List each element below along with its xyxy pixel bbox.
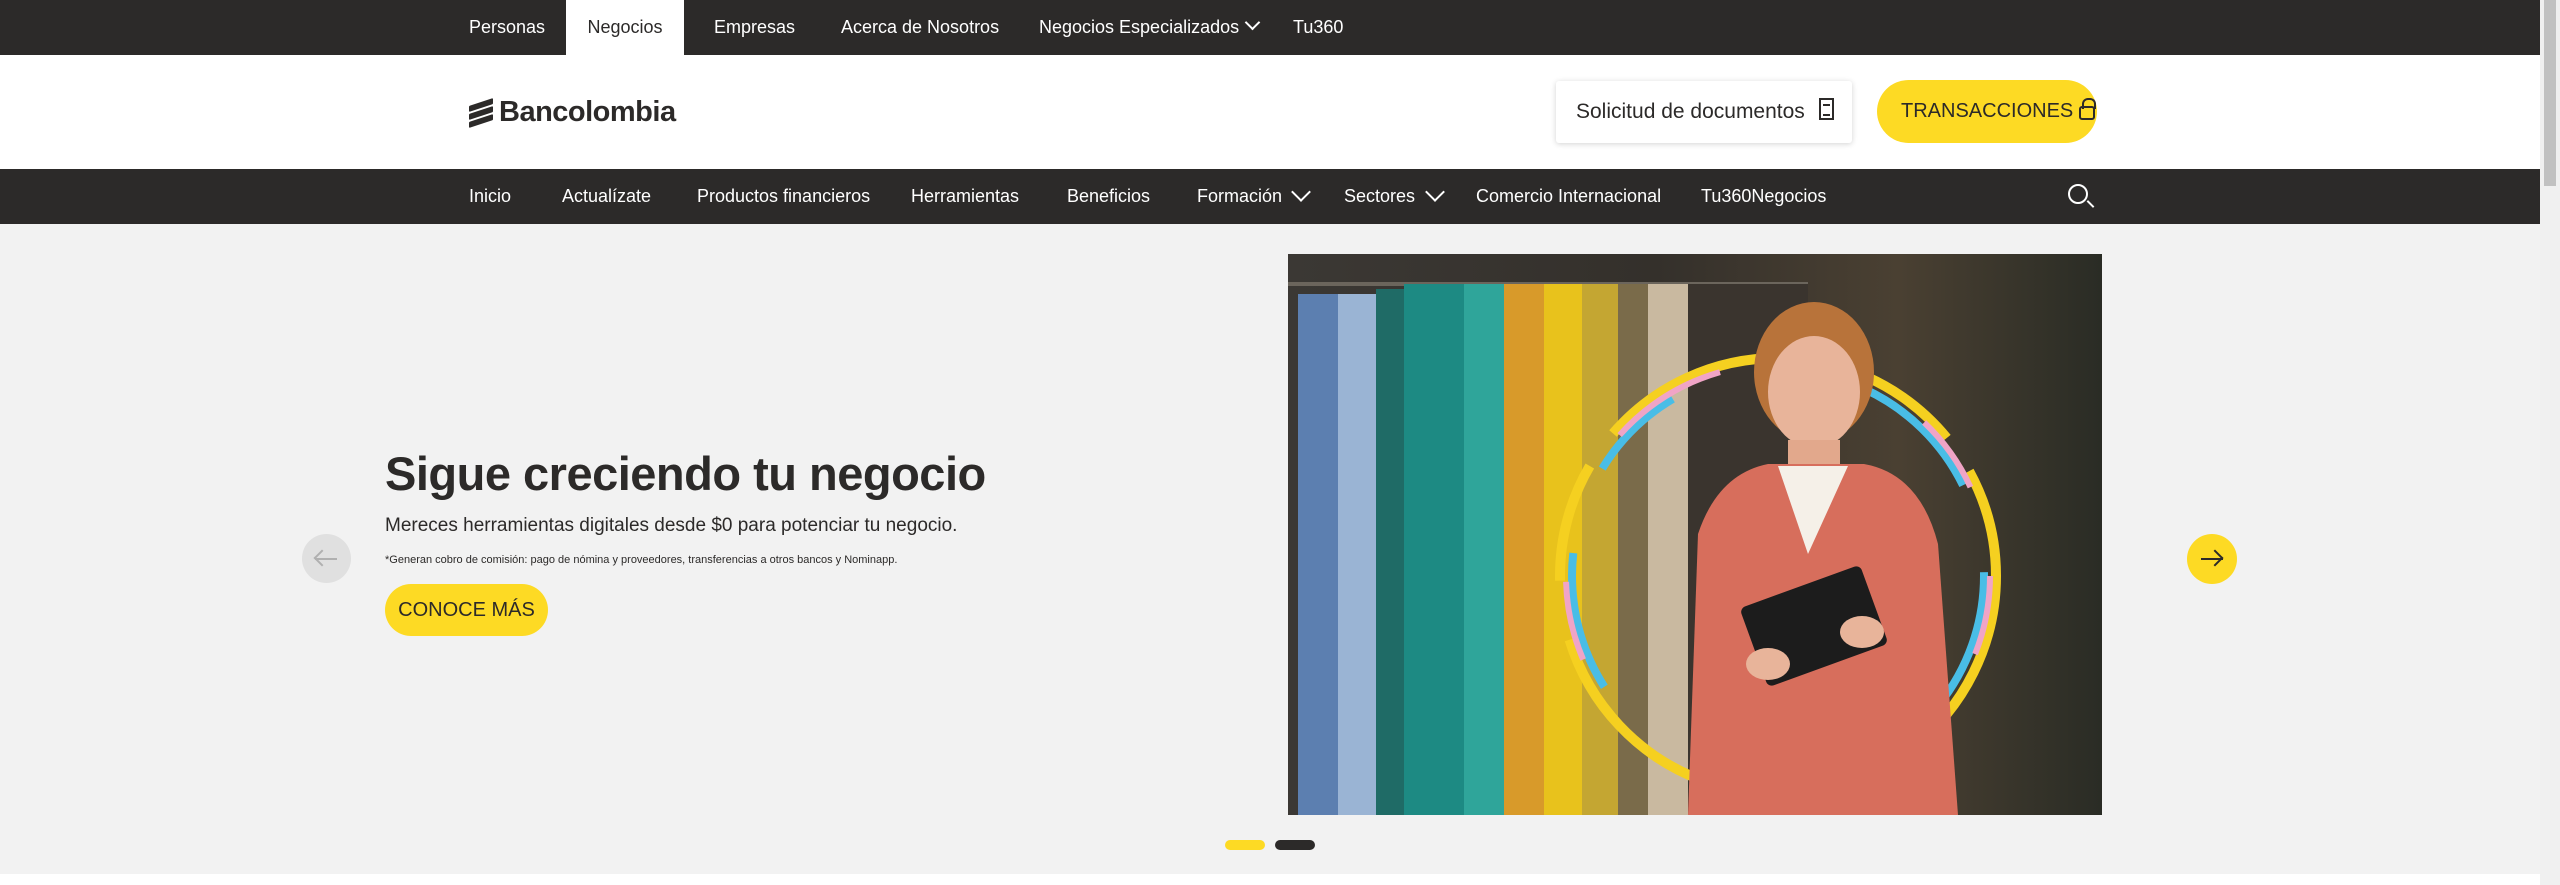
bancolombia-logo-icon — [469, 98, 493, 128]
hero-subtitle: Mereces herramientas digitales desde $0 … — [385, 515, 958, 536]
chevron-down-icon — [1244, 14, 1261, 31]
bancolombia-logo[interactable]: Bancolombia — [469, 95, 676, 129]
hero-photo-illustration — [1288, 254, 2102, 815]
tab-acerca-de-nosotros[interactable]: Acerca de Nosotros — [841, 0, 999, 55]
carousel-next-button[interactable] — [2187, 534, 2237, 584]
arrow-right-head — [2206, 549, 2224, 567]
hero-title: Sigue creciendo tu negocio — [385, 447, 986, 500]
conoce-mas-button[interactable]: CONOCE MÁS — [385, 584, 548, 636]
document-icon — [1818, 98, 1834, 120]
page-below-fold — [0, 874, 2540, 885]
chevron-down-icon[interactable] — [1425, 182, 1445, 202]
nav-beneficios[interactable]: Beneficios — [1067, 169, 1150, 224]
nav-formacion[interactable]: Formación — [1197, 169, 1282, 224]
top-segment-bar: Personas Negocios Empresas Acerca de Nos… — [0, 0, 2540, 55]
search-icon[interactable] — [2068, 184, 2088, 204]
hero-carousel: Sigue creciendo tu negocio Mereces herra… — [0, 224, 2540, 874]
transactions-button[interactable]: TRANSACCIONES — [1877, 80, 2097, 143]
tab-tu360[interactable]: Tu360 — [1293, 0, 1343, 55]
nav-tu360negocios[interactable]: Tu360Negocios — [1701, 169, 1826, 224]
transactions-label: TRANSACCIONES — [1901, 100, 2074, 122]
nav-actualizate[interactable]: Actualízate — [562, 169, 651, 224]
carousel-prev-button[interactable] — [302, 534, 351, 583]
hero-image-woman-with-tablet — [1288, 254, 2102, 815]
chevron-down-icon[interactable] — [1291, 182, 1311, 202]
logo-text: Bancolombia — [499, 95, 676, 128]
document-request-label: Solicitud de documentos — [1576, 100, 1805, 123]
nav-inicio[interactable]: Inicio — [469, 169, 511, 224]
vertical-scrollbar[interactable] — [2540, 0, 2560, 885]
nav-herramientas[interactable]: Herramientas — [911, 169, 1019, 224]
tab-empresas[interactable]: Empresas — [714, 0, 795, 55]
arrow-left-head — [313, 549, 331, 567]
lock-icon — [2079, 97, 2097, 120]
nav-comercio-internacional[interactable]: Comercio Internacional — [1476, 169, 1661, 224]
carousel-dot-1-active[interactable] — [1225, 840, 1265, 850]
nav-sectores[interactable]: Sectores — [1344, 169, 1415, 224]
main-navigation: Inicio Actualízate Productos financieros… — [0, 169, 2540, 224]
nav-productos-financieros[interactable]: Productos financieros — [697, 169, 870, 224]
scrollbar-thumb[interactable] — [2544, 0, 2556, 186]
hero-disclaimer: *Generan cobro de comisión: pago de nómi… — [385, 554, 898, 566]
carousel-dot-2[interactable] — [1275, 840, 1315, 850]
tab-negocios-especializados-label: Negocios Especializados — [1039, 17, 1240, 37]
tab-negocios[interactable]: Negocios — [566, 0, 684, 55]
tab-personas[interactable]: Personas — [469, 0, 545, 55]
header: Bancolombia Solicitud de documentos TRAN… — [0, 55, 2540, 169]
document-request-button[interactable]: Solicitud de documentos — [1556, 81, 1852, 143]
tab-negocios-especializados[interactable]: Negocios Especializados — [1039, 0, 1261, 55]
